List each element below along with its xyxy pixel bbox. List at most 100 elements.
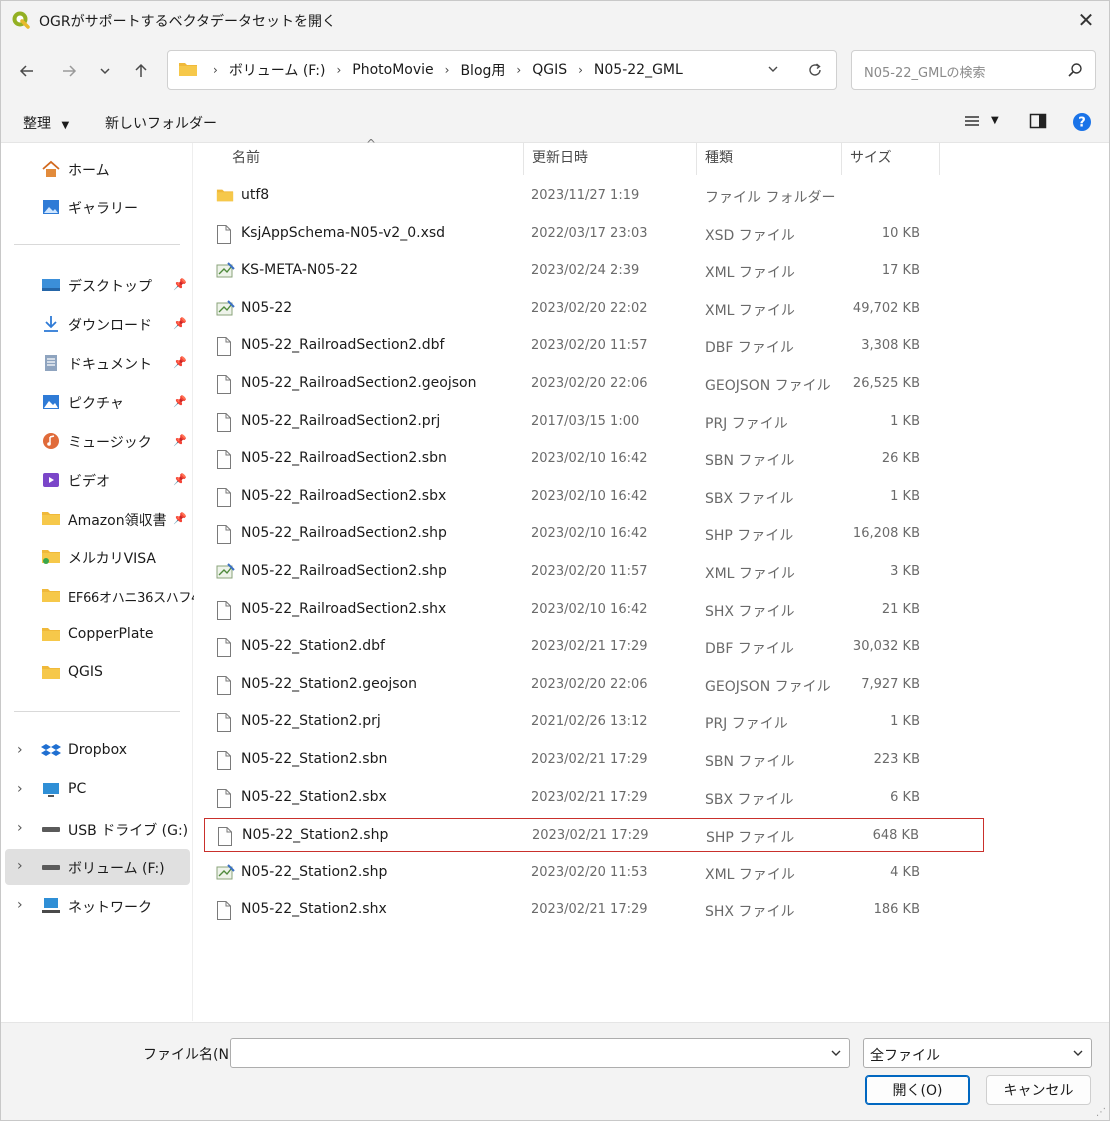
- file-date: 2023/02/10 16:42: [531, 601, 648, 617]
- sidebar-item-desktop[interactable]: デスクトップ 📌: [5, 267, 190, 303]
- breadcrumb-item[interactable]: QGIS: [530, 62, 569, 78]
- file-row[interactable]: N05-22_RailroadSection2.sbn 2023/02/10 16…: [204, 442, 984, 476]
- breadcrumb-item[interactable]: N05-22_GML: [592, 62, 685, 78]
- sidebar-item-copperplate[interactable]: CopperPlate: [5, 617, 190, 653]
- chevron-right-icon: ›: [578, 63, 583, 77]
- breadcrumb-item[interactable]: PhotoMovie: [350, 62, 435, 78]
- forward-button[interactable]: [55, 57, 83, 85]
- arrow-right-icon: [63, 65, 77, 77]
- column-header-size[interactable]: サイズ: [842, 143, 940, 175]
- search-input[interactable]: N05-22_GMLの検索: [864, 62, 986, 81]
- filename-input[interactable]: [231, 1039, 821, 1067]
- list-view-icon: [965, 116, 979, 126]
- download-icon: [41, 315, 61, 333]
- column-header-date[interactable]: 更新日時: [524, 143, 697, 175]
- organize-label: 整理: [23, 116, 51, 132]
- sidebar-item-downloads[interactable]: ダウンロード 📌: [5, 306, 190, 342]
- file-type: XML ファイル: [705, 265, 795, 282]
- close-icon: ✕: [1077, 8, 1095, 32]
- sidebar-item-amazon[interactable]: Amazon領収書 📌: [5, 501, 190, 537]
- file-name: N05-22_Station2.sbn: [241, 751, 388, 767]
- file-type-filter[interactable]: 全ファイル: [863, 1038, 1092, 1068]
- cancel-button[interactable]: キャンセル: [986, 1075, 1091, 1105]
- sidebar-item-ef66[interactable]: EF66オハニ36スハフ43: [5, 578, 207, 614]
- sidebar-item-qgis[interactable]: QGIS: [5, 655, 190, 691]
- file-row[interactable]: N05-22_RailroadSection2.dbf 2023/02/20 11…: [204, 329, 984, 363]
- chevron-right-icon[interactable]: ›: [17, 742, 23, 758]
- sidebar-item-music[interactable]: ミュージック 📌: [5, 423, 190, 459]
- breadcrumb-item[interactable]: Blog用: [458, 60, 507, 80]
- refresh-button[interactable]: [806, 61, 824, 83]
- file-icon: [216, 412, 234, 432]
- file-row[interactable]: utf8 2023/11/27 1:19 ファイル フォルダー: [204, 179, 984, 213]
- file-row[interactable]: N05-22 2023/02/20 22:02 XML ファイル 49,702 KB: [204, 292, 984, 326]
- file-row[interactable]: N05-22_RailroadSection2.shp 2023/02/10 16…: [204, 517, 984, 551]
- file-row[interactable]: N05-22_Station2.prj 2021/02/26 13:12 PRJ フ…: [204, 705, 984, 739]
- back-button[interactable]: [13, 57, 41, 85]
- column-header-name[interactable]: 名前: [224, 143, 524, 175]
- recent-locations-button[interactable]: [91, 57, 119, 85]
- filename-label: ファイル名(N):: [143, 1047, 240, 1063]
- pin-icon: 📌: [173, 473, 187, 486]
- file-row[interactable]: N05-22_Station2.geojson 2023/02/20 22:06 G…: [204, 668, 984, 702]
- arrow-up-icon: [135, 63, 147, 77]
- file-row[interactable]: N05-22_Station2.shp 2023/02/20 11:53 XML フ…: [204, 856, 984, 890]
- file-row[interactable]: N05-22_RailroadSection2.shp 2023/02/20 11…: [204, 555, 984, 589]
- file-row[interactable]: N05-22_Station2.shp 2023/02/21 17:29 SHP フ…: [204, 818, 984, 853]
- file-row[interactable]: N05-22_RailroadSection2.geojson 2023/02/2…: [204, 367, 984, 401]
- file-row[interactable]: N05-22_Station2.dbf 2023/02/21 17:29 DBF フ…: [204, 630, 984, 664]
- new-folder-button[interactable]: 新しいフォルダー: [105, 113, 217, 133]
- sidebar-item-usb[interactable]: › USB ドライブ (G:): [5, 811, 190, 847]
- view-menu-button[interactable]: [963, 112, 981, 134]
- file-row[interactable]: N05-22_Station2.shx 2023/02/21 17:29 SHX フ…: [204, 893, 984, 927]
- file-row[interactable]: N05-22_RailroadSection2.prj 2017/03/15 1:…: [204, 405, 984, 439]
- column-header-type[interactable]: 種類: [697, 143, 842, 175]
- close-button[interactable]: ✕: [1063, 1, 1109, 39]
- sidebar-item-documents[interactable]: ドキュメント 📌: [5, 345, 190, 381]
- filename-combobox[interactable]: [230, 1038, 850, 1068]
- sidebar-item-dropbox[interactable]: › Dropbox: [5, 733, 190, 769]
- chevron-right-icon[interactable]: ›: [17, 858, 23, 874]
- file-row[interactable]: N05-22_Station2.sbn 2023/02/21 17:29 SBN フ…: [204, 743, 984, 777]
- file-type: XML ファイル: [705, 302, 795, 319]
- caret-down-icon[interactable]: ▼: [991, 115, 999, 126]
- sidebar-item-home[interactable]: ホーム: [5, 151, 190, 187]
- file-name: N05-22_Station2.prj: [241, 713, 381, 730]
- sidebar-item-videos[interactable]: ビデオ 📌: [5, 462, 190, 498]
- file-icon: [216, 487, 234, 507]
- open-button[interactable]: 開く(O): [865, 1075, 970, 1105]
- sidebar-item-volume-f[interactable]: › ボリューム (F:): [5, 849, 190, 885]
- help-button[interactable]: ?: [1072, 112, 1092, 136]
- file-type: PRJ ファイル: [705, 415, 788, 432]
- file-type: DBF ファイル: [705, 641, 794, 658]
- search-box[interactable]: N05-22_GMLの検索: [851, 50, 1096, 90]
- file-name: N05-22_RailroadSection2.sbx: [241, 487, 447, 504]
- sidebar-item-pc[interactable]: › PC: [5, 772, 190, 808]
- chevron-right-icon[interactable]: ›: [17, 820, 23, 836]
- file-row[interactable]: N05-22_Station2.sbx 2023/02/21 17:29 SBX フ…: [204, 781, 984, 815]
- organize-menu[interactable]: 整理 ▼: [23, 113, 69, 133]
- svg-text:?: ?: [1078, 116, 1086, 131]
- address-bar[interactable]: › ボリューム (F:) › PhotoMovie › Blog用 › QGIS…: [167, 50, 837, 90]
- sidebar-item-network[interactable]: › ネットワーク: [5, 888, 190, 924]
- chevron-down-icon: [1071, 1046, 1085, 1064]
- file-row[interactable]: KS-META-N05-22 2023/02/24 2:39 XML ファイル 17 …: [204, 254, 984, 288]
- pin-icon: 📌: [173, 317, 187, 330]
- sidebar-item-pictures[interactable]: ピクチャ 📌: [5, 384, 190, 420]
- address-history-button[interactable]: [766, 62, 780, 80]
- file-row[interactable]: KsjAppSchema-N05-v2_0.xsd 2022/03/17 23:0…: [204, 217, 984, 251]
- file-size: 648 KB: [872, 828, 919, 844]
- chevron-right-icon[interactable]: ›: [17, 781, 23, 797]
- file-name: KS-META-N05-22: [241, 262, 358, 279]
- sidebar-item-label: ミュージック: [68, 435, 152, 451]
- breadcrumb-item[interactable]: ボリューム (F:): [227, 60, 328, 80]
- up-button[interactable]: [127, 57, 155, 85]
- sidebar-item-gallery[interactable]: ギャラリー: [5, 189, 190, 225]
- chevron-down-icon[interactable]: [829, 1046, 843, 1064]
- chevron-right-icon[interactable]: ›: [17, 897, 23, 913]
- sidebar-item-mercari[interactable]: メルカリVISA: [5, 539, 190, 575]
- file-row[interactable]: N05-22_RailroadSection2.sbx 2023/02/10 16…: [204, 480, 984, 514]
- file-row[interactable]: N05-22_RailroadSection2.shx 2023/02/10 16…: [204, 593, 984, 627]
- preview-pane-button[interactable]: [1029, 112, 1047, 134]
- resize-grip-icon[interactable]: ⋰: [1096, 1107, 1106, 1118]
